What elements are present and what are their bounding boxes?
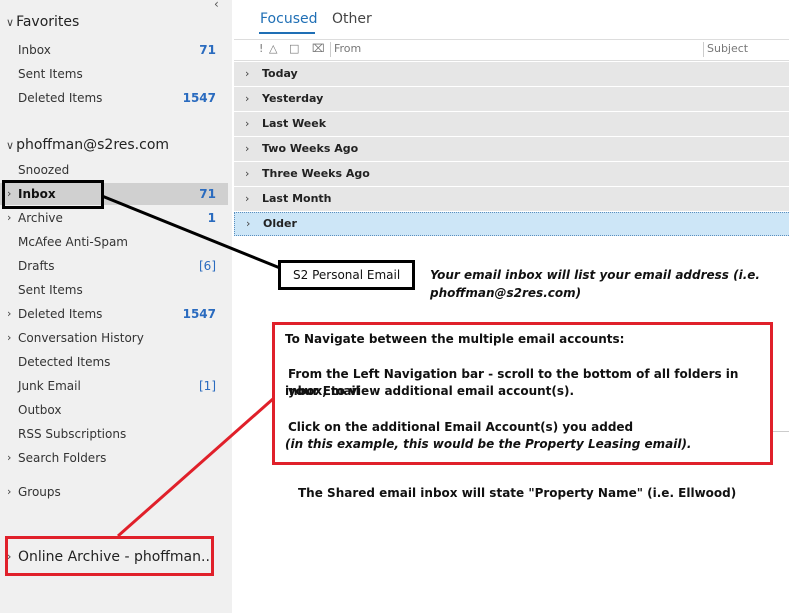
annotation-connectors (101, 194, 281, 538)
inbox-highlight-box (2, 180, 104, 209)
callout-connector-black (101, 194, 281, 270)
inbox-note: Your email inbox will list your email ad… (430, 268, 760, 300)
navigation-instructions-box: To Navigate between the multiple email a… (272, 322, 773, 465)
online-archive-highlight-box (5, 536, 214, 576)
callout-personal-email: S2 Personal Email (278, 260, 415, 290)
shared-inbox-note: The Shared email inbox will state "Prope… (298, 486, 737, 500)
callout-connector-red (117, 396, 275, 538)
